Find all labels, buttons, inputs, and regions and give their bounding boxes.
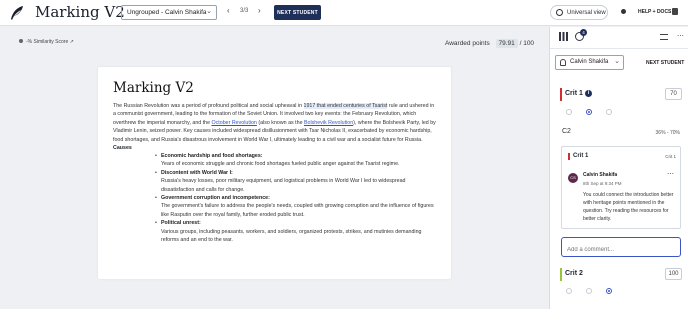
awarded-total: / 100 bbox=[519, 40, 535, 47]
chevron-down-icon: ⌄ bbox=[206, 8, 212, 15]
level-radio[interactable] bbox=[566, 288, 572, 294]
para-text: The Russian Revolution was a period of p… bbox=[113, 103, 304, 109]
level-radio-selected[interactable] bbox=[586, 109, 592, 115]
notification-badge: 4 bbox=[580, 29, 587, 36]
comment-date: 8th Sep at 9:34 PM bbox=[583, 181, 622, 186]
criterion-score-input[interactable]: 70 bbox=[665, 88, 682, 100]
info-icon[interactable]: i bbox=[585, 90, 592, 97]
comment-text: You could connect the introduction bette… bbox=[583, 192, 674, 222]
universal-view-label: Universal view bbox=[567, 10, 606, 16]
criterion-color-bar bbox=[560, 268, 562, 281]
comment-crit-title: Crit 1 bbox=[573, 153, 589, 159]
highlighted-text[interactable]: 1917 that ended centuries of Tsarist bbox=[303, 103, 388, 109]
globe-icon bbox=[556, 9, 563, 16]
bolshevik-revolution-link[interactable]: Bolshevik Revolution bbox=[304, 120, 353, 126]
cause-text: The government's failure to address the … bbox=[161, 203, 434, 218]
book-icon[interactable] bbox=[672, 8, 678, 15]
awarded-label: Awarded points bbox=[445, 40, 490, 47]
level-radio[interactable] bbox=[586, 288, 592, 294]
prev-page-button[interactable]: ‹ bbox=[227, 6, 230, 15]
help-docs-link[interactable]: HELP + DOCS bbox=[638, 9, 671, 15]
comment-more-icon[interactable]: ⋯ bbox=[667, 170, 674, 178]
similarity-score[interactable]: -% Similarity Score ↗ bbox=[19, 39, 74, 45]
para-text: (also known as the bbox=[256, 119, 304, 126]
next-student-button[interactable]: NEXT STUDENT bbox=[274, 5, 321, 20]
level-radio[interactable] bbox=[606, 109, 612, 115]
panel-student-name: Calvin Shakifa bbox=[570, 59, 609, 65]
comment-author: Calvin Shakifa bbox=[583, 172, 618, 178]
top-bar: Marking V2 Ungrouped - Calvin Shakifa ⌄ … bbox=[0, 0, 688, 26]
criterion-color-bar bbox=[560, 88, 562, 101]
comment-card: Crit 1 Crit 1 CS Calvin Shakifa 8th Sep … bbox=[561, 146, 681, 229]
cause-title: Government corruption and incompetence: bbox=[161, 195, 270, 202]
panel-toolbar: 4 ⋯ bbox=[550, 27, 688, 49]
cause-title: Discontent with World War I: bbox=[161, 169, 233, 176]
student-select-value: Ungrouped - Calvin Shakifa bbox=[127, 9, 207, 16]
add-comment-input[interactable] bbox=[561, 237, 681, 257]
submission-document: Marking V2 The Russian Revolution was a … bbox=[98, 67, 451, 279]
more-options-icon[interactable]: ⋯ bbox=[677, 32, 684, 40]
comment-crit-tag: Crit 1 bbox=[665, 154, 676, 159]
awarded-value[interactable]: 79.91 bbox=[495, 39, 518, 48]
causes-list: • Economic hardship and food shortages: Ye… bbox=[155, 152, 436, 244]
list-item: • Government corruption and incompetence:… bbox=[155, 194, 436, 219]
list-item: • Political unrest: Various groups, includ… bbox=[155, 219, 436, 244]
collapse-panel-icon[interactable] bbox=[660, 34, 668, 40]
cause-title: Economic hardship and food shortages: bbox=[161, 153, 263, 160]
settings-icon[interactable] bbox=[621, 9, 626, 14]
panel-next-student-button[interactable]: NEXT STUDENT bbox=[646, 60, 684, 66]
similarity-icon bbox=[19, 39, 23, 43]
level-radio[interactable] bbox=[566, 109, 572, 115]
cause-title: Political unrest: bbox=[161, 220, 201, 227]
main-area: -% Similarity Score ↗ Awarded points 79.… bbox=[0, 27, 549, 309]
avatar: CS bbox=[568, 173, 578, 183]
list-item: • Economic hardship and food shortages: Ye… bbox=[155, 152, 436, 169]
list-item: • Discontent with World War I: Russia's he… bbox=[155, 169, 436, 194]
criterion-color-bar bbox=[568, 153, 570, 160]
user-icon bbox=[560, 59, 566, 66]
awarded-points: Awarded points 79.91 / 100 bbox=[445, 39, 534, 48]
document-title: Marking V2 bbox=[113, 80, 194, 96]
cause-text: Russia's heavy losses, poor military equ… bbox=[161, 178, 406, 193]
grid-icon[interactable] bbox=[559, 32, 568, 41]
next-page-button[interactable]: › bbox=[258, 6, 261, 15]
universal-view-button[interactable]: Universal view bbox=[550, 5, 608, 20]
causes-heading: Causes bbox=[113, 145, 132, 152]
chevron-down-icon: ⌄ bbox=[614, 58, 620, 65]
cause-text: Years of economic struggle and chronic f… bbox=[161, 161, 400, 168]
criterion-score-input[interactable]: 100 bbox=[665, 268, 682, 280]
level-name: C2 bbox=[562, 128, 571, 135]
app-title: Marking V2 bbox=[35, 3, 125, 21]
level-radio-selected[interactable] bbox=[606, 288, 612, 294]
page-count: 3/3 bbox=[240, 8, 249, 14]
quill-logo-icon bbox=[11, 6, 23, 20]
level-range: 36% - 70% bbox=[655, 130, 680, 136]
criterion-name: Crit 1 bbox=[565, 90, 583, 97]
intro-paragraph: The Russian Revolution was a period of p… bbox=[113, 102, 436, 144]
student-group-select[interactable]: Ungrouped - Calvin Shakifa ⌄ bbox=[121, 5, 217, 20]
similarity-label: -% Similarity Score bbox=[26, 39, 69, 45]
criterion-name: Crit 2 bbox=[565, 270, 583, 277]
cause-text: Various groups, including peasants, work… bbox=[161, 228, 422, 244]
october-revolution-link[interactable]: October Revolution bbox=[212, 120, 257, 126]
panel-student-select[interactable]: Calvin Shakifa ⌄ bbox=[555, 55, 624, 70]
